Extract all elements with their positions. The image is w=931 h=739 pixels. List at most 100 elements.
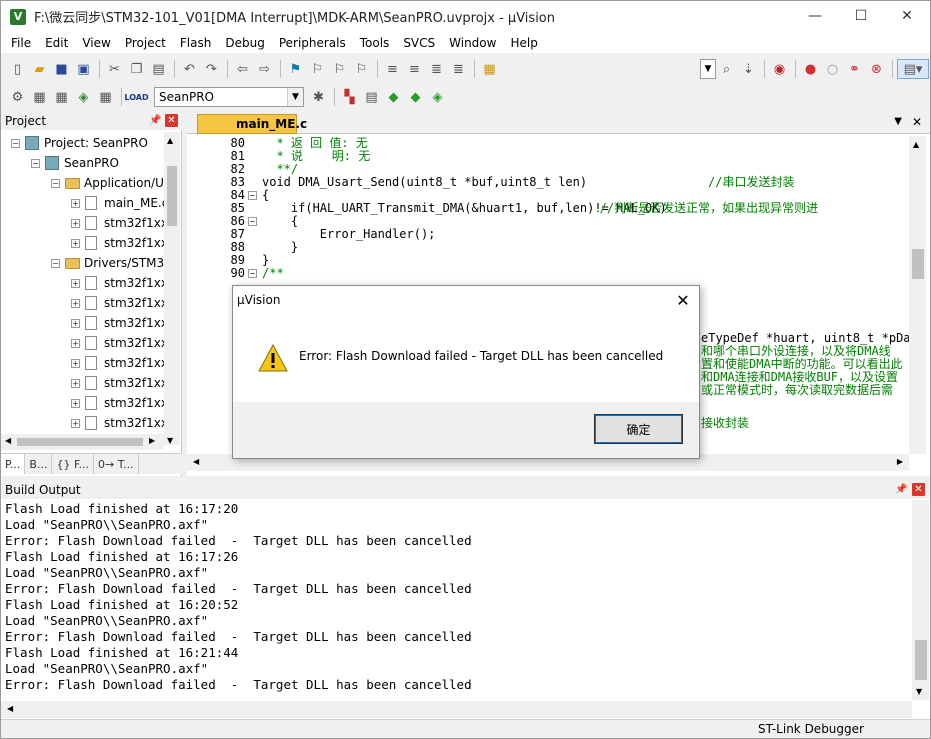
tab-functions[interactable]: {} F...: [52, 454, 95, 474]
menu-window[interactable]: Window: [442, 36, 503, 50]
batch-build-icon[interactable]: ◈: [73, 87, 94, 107]
tab-main-me-c[interactable]: main_ME.c: [197, 114, 307, 134]
build-output-close-button[interactable]: ✕: [912, 483, 925, 496]
fold-toggle-icon[interactable]: −: [248, 217, 257, 226]
minimize-button[interactable]: —: [792, 1, 838, 31]
expand-icon[interactable]: +: [71, 338, 80, 348]
menu-debug[interactable]: Debug: [218, 36, 271, 50]
tree-item[interactable]: + stm32f1xx_: [71, 333, 164, 353]
download-icon[interactable]: LOAD: [124, 87, 148, 107]
expand-icon[interactable]: +: [71, 358, 80, 368]
find-dropdown[interactable]: ▼: [700, 59, 716, 79]
indent-icon[interactable]: ≡: [382, 59, 403, 79]
collapse-icon[interactable]: −: [51, 258, 60, 268]
tree-item[interactable]: + stm32f1xx_: [71, 313, 164, 333]
debug-session-icon[interactable]: ◉: [769, 59, 790, 79]
tree-item[interactable]: − Drivers/STM32: [51, 253, 164, 273]
tree-item[interactable]: + stm32f1xx_: [71, 353, 164, 373]
menu-tools[interactable]: Tools: [353, 36, 397, 50]
build-horizontal-scrollbar[interactable]: ◀: [1, 701, 912, 718]
menu-svcs[interactable]: SVCS: [396, 36, 442, 50]
build-pin-icon[interactable]: 📌: [895, 484, 907, 495]
manage-rte-icon[interactable]: ◆: [383, 87, 404, 107]
menu-view[interactable]: View: [75, 36, 117, 50]
expand-icon[interactable]: +: [71, 278, 80, 288]
tab-list-dropdown-icon[interactable]: ▼: [894, 116, 902, 127]
open-folder-icon[interactable]: ▰: [29, 59, 50, 79]
window-layout-icon[interactable]: ▤▾: [897, 59, 929, 79]
undo-icon[interactable]: ↶: [179, 59, 200, 79]
collapse-icon[interactable]: −: [51, 178, 60, 188]
select-packs-icon[interactable]: ◆: [405, 87, 426, 107]
pin-icon[interactable]: 📌: [149, 115, 161, 126]
find-in-files-icon[interactable]: ▦: [479, 59, 500, 79]
collapse-icon[interactable]: −: [31, 158, 40, 168]
breakpoint-icon[interactable]: ●: [800, 59, 821, 79]
kill-all-breakpoints-icon[interactable]: ⊗: [866, 59, 887, 79]
close-editor-tab-icon[interactable]: ✕: [912, 115, 922, 129]
menu-file[interactable]: File: [4, 36, 38, 50]
disable-breakpoint-icon[interactable]: ○: [822, 59, 843, 79]
redo-icon[interactable]: ↷: [201, 59, 222, 79]
next-bookmark-icon[interactable]: ⚐: [329, 59, 350, 79]
copy-icon[interactable]: ❐: [126, 59, 147, 79]
tree-item[interactable]: − Project: SeanPRO: [11, 133, 148, 153]
manage-project-items-icon[interactable]: ▚: [339, 87, 360, 107]
incremental-find-icon[interactable]: ⇣: [738, 59, 759, 79]
expand-icon[interactable]: +: [71, 318, 80, 328]
build-output-log[interactable]: Flash Load finished at 16:17:20 Load "Sea…: [5, 501, 472, 693]
fold-toggle-icon[interactable]: −: [248, 191, 257, 200]
tab-project[interactable]: P...: [1, 454, 26, 474]
build-vertical-scrollbar[interactable]: ▼: [912, 500, 929, 700]
cut-icon[interactable]: ✂: [104, 59, 125, 79]
fold-toggle-icon[interactable]: −: [248, 269, 257, 278]
translate-icon[interactable]: ⚙: [7, 87, 28, 107]
editor-vertical-scrollbar[interactable]: ▲: [909, 136, 926, 454]
tree-horizontal-scrollbar[interactable]: ◀ ▶: [1, 434, 164, 450]
save-all-icon[interactable]: ▣: [73, 59, 94, 79]
menu-flash[interactable]: Flash: [173, 36, 218, 50]
tree-item[interactable]: + main_ME.c: [71, 193, 164, 213]
file-extensions-icon[interactable]: ▤: [361, 87, 382, 107]
paste-icon[interactable]: ▤: [148, 59, 169, 79]
expand-icon[interactable]: +: [71, 418, 80, 428]
tree-item[interactable]: + stm32f1xx_: [71, 393, 164, 413]
collapse-icon[interactable]: −: [11, 138, 20, 148]
tab-books[interactable]: B...: [25, 454, 53, 474]
nav-back-icon[interactable]: ⇦: [232, 59, 253, 79]
nav-forward-icon[interactable]: ⇨: [254, 59, 275, 79]
clear-bookmarks-icon[interactable]: ⚐: [351, 59, 372, 79]
new-file-icon[interactable]: ▯: [7, 59, 28, 79]
tree-item[interactable]: + stm32f1xx_: [71, 373, 164, 393]
unindent-icon[interactable]: ≡: [404, 59, 425, 79]
tree-item[interactable]: + stm32f1xx_: [71, 293, 164, 313]
save-icon[interactable]: ■: [51, 59, 72, 79]
menu-help[interactable]: Help: [503, 36, 544, 50]
tree-item[interactable]: + stm32f1xx_: [71, 413, 164, 433]
expand-icon[interactable]: +: [71, 198, 80, 208]
menu-peripherals[interactable]: Peripherals: [272, 36, 353, 50]
ok-button[interactable]: 确定: [594, 414, 683, 444]
target-select[interactable]: SeanPRO ▼: [154, 87, 304, 107]
dialog-close-icon[interactable]: ✕: [671, 288, 695, 312]
find-icon[interactable]: ⌕: [716, 59, 737, 79]
expand-icon[interactable]: +: [71, 238, 80, 248]
tab-templates[interactable]: 0→ T...: [94, 454, 139, 474]
rebuild-icon[interactable]: ▦: [51, 87, 72, 107]
options-for-target-icon[interactable]: ✱: [308, 87, 329, 107]
tree-item[interactable]: − Application/U: [51, 173, 164, 193]
bookmark-icon[interactable]: ⚑: [285, 59, 306, 79]
tree-item[interactable]: + stm32f1xx_: [71, 233, 164, 253]
prev-bookmark-icon[interactable]: ⚐: [307, 59, 328, 79]
tree-item[interactable]: − SeanPRO: [31, 153, 119, 173]
tree-item[interactable]: + stm32f1xx_: [71, 213, 164, 233]
close-window-button[interactable]: ✕: [884, 1, 930, 31]
stop-build-icon[interactable]: ▦: [95, 87, 116, 107]
tree-item[interactable]: + stm32f1xx_: [71, 273, 164, 293]
maximize-button[interactable]: ☐: [838, 1, 884, 31]
build-icon[interactable]: ▦: [29, 87, 50, 107]
menu-project[interactable]: Project: [118, 36, 173, 50]
comment-icon[interactable]: ≣: [426, 59, 447, 79]
uncomment-icon[interactable]: ≣: [448, 59, 469, 79]
expand-icon[interactable]: +: [71, 398, 80, 408]
